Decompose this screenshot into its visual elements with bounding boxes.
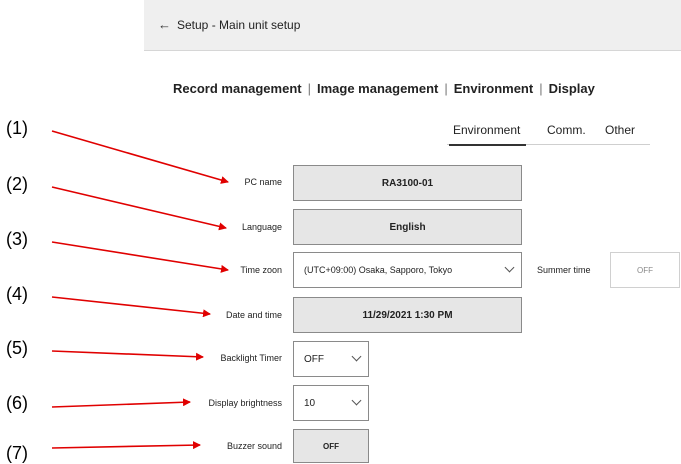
annotation-arrow	[51, 350, 204, 361]
annotation-arrow	[51, 441, 201, 450]
annotation-arrows	[51, 130, 229, 450]
annotation-arrow	[51, 130, 229, 184]
annotation-arrow	[51, 296, 211, 318]
annotation-arrow	[51, 241, 229, 273]
annotation-arrow	[51, 186, 227, 231]
annotation-arrow	[51, 398, 191, 408]
